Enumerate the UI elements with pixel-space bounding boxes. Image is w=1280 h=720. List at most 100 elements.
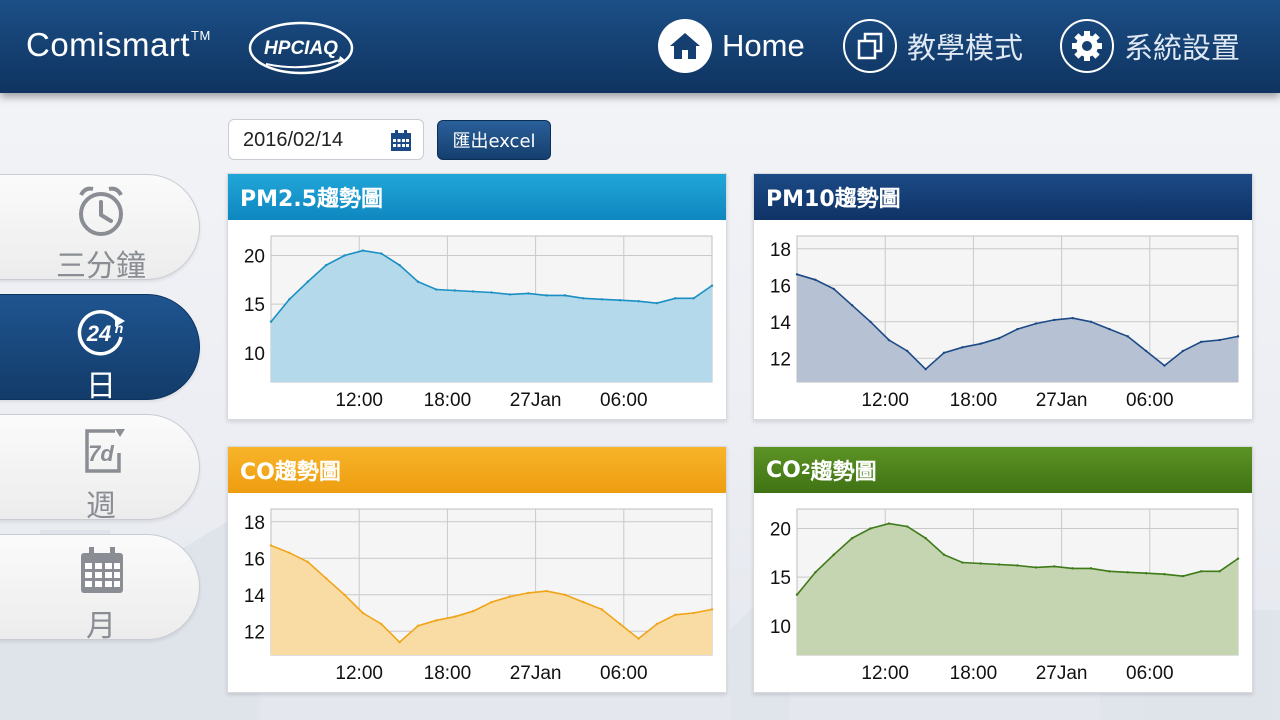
data-point xyxy=(416,624,420,627)
data-point xyxy=(453,289,456,292)
data-point xyxy=(618,299,622,302)
hpciaq-logo: HPCIAQ xyxy=(248,21,354,75)
data-point xyxy=(343,254,346,257)
export-excel-button[interactable]: 匯出excel xyxy=(437,120,551,160)
data-point xyxy=(832,287,835,291)
data-point xyxy=(850,537,854,540)
sidebar-item-label: 日 xyxy=(86,369,116,404)
data-point xyxy=(508,595,512,598)
data-point xyxy=(306,280,309,283)
data-point xyxy=(563,294,567,297)
data-point xyxy=(655,622,659,626)
data-point xyxy=(1163,364,1166,367)
24h-icon: 24 h xyxy=(77,310,125,356)
data-point xyxy=(343,593,346,596)
data-point xyxy=(942,553,946,556)
nav-system-settings-label: 系統設置 xyxy=(1124,31,1241,65)
data-point xyxy=(1016,564,1019,567)
data-point xyxy=(692,297,695,300)
data-point xyxy=(997,337,1001,340)
y-tick-label: 10 xyxy=(770,617,791,638)
data-point xyxy=(490,291,493,294)
y-tick-label: 14 xyxy=(244,586,266,607)
nav-home-button[interactable]: Home xyxy=(658,18,805,74)
brand-logo: ComismartTM xyxy=(26,26,211,63)
data-point xyxy=(416,280,420,283)
data-point xyxy=(1034,566,1038,569)
home-icon xyxy=(658,19,712,73)
data-point xyxy=(961,561,964,564)
x-tick-label: 06:00 xyxy=(600,663,648,684)
date-picker-input[interactable]: 2016/02/14 xyxy=(228,119,424,160)
data-point xyxy=(527,591,530,595)
x-tick-label: 06:00 xyxy=(1126,390,1174,411)
x-tick-label: 27Jan xyxy=(510,390,562,411)
y-tick-label: 12 xyxy=(244,622,265,643)
sidebar-item-label: 月 xyxy=(86,609,116,644)
data-point xyxy=(435,619,438,622)
y-tick-label: 20 xyxy=(244,246,265,267)
sidebar-item-three-minutes[interactable]: 三分鐘 xyxy=(0,174,200,284)
data-point xyxy=(795,273,799,276)
x-tick-label: 12:00 xyxy=(335,390,383,411)
data-point xyxy=(1108,570,1111,573)
data-point xyxy=(832,553,835,556)
data-point xyxy=(361,611,365,615)
data-point xyxy=(288,298,291,301)
x-tick-label: 18:00 xyxy=(424,390,472,411)
sidebar-item-day[interactable]: 24 h 日 xyxy=(0,294,200,404)
pm10-trend-chart: 12 14 16 18 12:00 18:00 27Jan 06:00 xyxy=(770,235,1240,411)
nav-system-settings-button[interactable]: 系統設置 xyxy=(1060,18,1240,74)
data-point xyxy=(380,622,383,626)
data-point xyxy=(1016,327,1019,331)
y-tick-label: 12 xyxy=(770,349,791,370)
data-point xyxy=(979,342,982,345)
data-point xyxy=(942,351,946,354)
data-point xyxy=(655,301,659,305)
y-tick-label: 16 xyxy=(770,276,791,297)
data-point xyxy=(527,292,530,295)
data-point xyxy=(1218,338,1221,342)
data-point xyxy=(288,551,291,554)
date-value: 2016/02/14 xyxy=(243,129,344,151)
x-tick-label: 27Jan xyxy=(1036,663,1088,684)
alarm-clock-icon xyxy=(79,186,123,236)
co-trend-card: CO趨勢圖 12 14 16 18 12:00 18:00 27Jan 06:00 xyxy=(227,446,727,693)
data-point xyxy=(637,637,640,640)
data-point xyxy=(1200,340,1203,344)
data-point xyxy=(563,593,567,596)
data-point xyxy=(600,298,603,301)
data-point xyxy=(1181,574,1185,578)
nav-teaching-mode-button[interactable]: 教學模式 xyxy=(843,18,1023,74)
data-point xyxy=(269,320,273,323)
data-point xyxy=(887,338,891,342)
calendar-icon[interactable] xyxy=(389,129,413,153)
data-point xyxy=(1089,320,1093,323)
y-tick-label: 10 xyxy=(244,344,265,365)
data-point xyxy=(906,525,909,528)
data-point xyxy=(545,294,548,297)
sidebar-item-label: 三分鐘 xyxy=(56,249,146,284)
co2-trend-chart: 10 15 20 12:00 18:00 27Jan 06:00 xyxy=(770,508,1240,684)
data-point xyxy=(453,615,456,618)
sidebar-item-week[interactable]: 7d 週 xyxy=(0,414,200,524)
co2-trend-card: CO 2 趨勢圖 10 15 20 12:00 18:00 27Jan 06:00 xyxy=(753,446,1253,693)
pm25-trend-chart: 10 15 20 12:00 18:00 27Jan 06:00 xyxy=(244,235,714,411)
data-point xyxy=(710,608,714,611)
data-point xyxy=(471,290,475,293)
pm10-trend-title: PM10趨勢圖 xyxy=(754,174,1252,220)
data-point xyxy=(637,300,640,303)
x-tick-label: 18:00 xyxy=(950,390,998,411)
data-point xyxy=(398,641,401,644)
data-point xyxy=(1053,318,1056,322)
y-tick-label: 16 xyxy=(244,549,265,570)
y-tick-label: 15 xyxy=(244,295,265,316)
top-header: ComismartTM HPCIAQ Home 教學模式 系統設置 xyxy=(0,0,1280,93)
data-point xyxy=(1181,349,1185,353)
svg-text:h: h xyxy=(115,320,124,336)
svg-text:HPCIAQ: HPCIAQ xyxy=(264,38,338,59)
data-point xyxy=(1034,322,1038,325)
sidebar-item-month[interactable]: 月 xyxy=(0,534,200,644)
copy-icon xyxy=(843,19,897,73)
data-point xyxy=(269,544,273,547)
